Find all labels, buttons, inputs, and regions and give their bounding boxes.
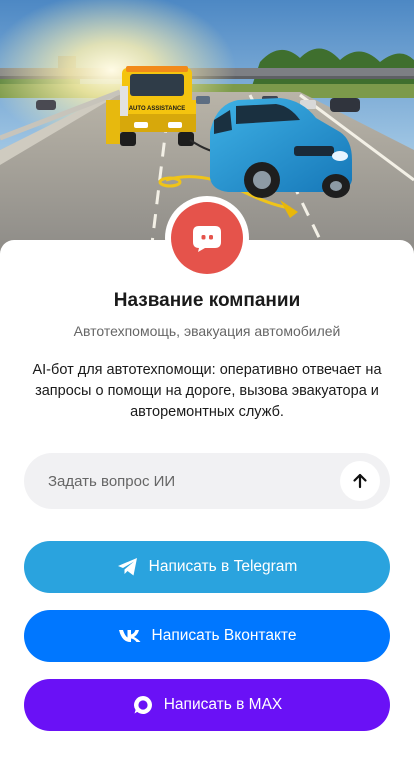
max-icon bbox=[133, 696, 152, 714]
avatar bbox=[165, 196, 249, 280]
vk-button-label: Написать Вконтакте bbox=[151, 627, 297, 644]
avatar-circle bbox=[171, 202, 243, 274]
chat-bubble-icon bbox=[193, 226, 221, 252]
company-description: AI-бот для автотехпомощи: оперативно отв… bbox=[32, 362, 382, 420]
telegram-icon bbox=[117, 558, 137, 576]
vk-button[interactable]: Написать Вконтакте bbox=[24, 610, 390, 662]
company-name: Название компании bbox=[113, 290, 301, 311]
ask-ai-input[interactable] bbox=[24, 453, 324, 509]
arrow-up-icon bbox=[353, 473, 367, 489]
telegram-button[interactable]: Написать в Telegram bbox=[24, 541, 390, 593]
truck-sign: AUTO ASSISTANCE bbox=[129, 106, 186, 112]
send-button[interactable] bbox=[340, 461, 380, 501]
vk-icon bbox=[118, 630, 141, 642]
max-button-label: Написать в MAX bbox=[163, 696, 283, 713]
ask-ai-field bbox=[24, 453, 390, 509]
company-category: Автотехпомощь, эвакуация автомобилей bbox=[73, 323, 341, 339]
max-button[interactable]: Написать в MAX bbox=[24, 679, 390, 731]
telegram-button-label: Написать в Telegram bbox=[148, 558, 298, 575]
